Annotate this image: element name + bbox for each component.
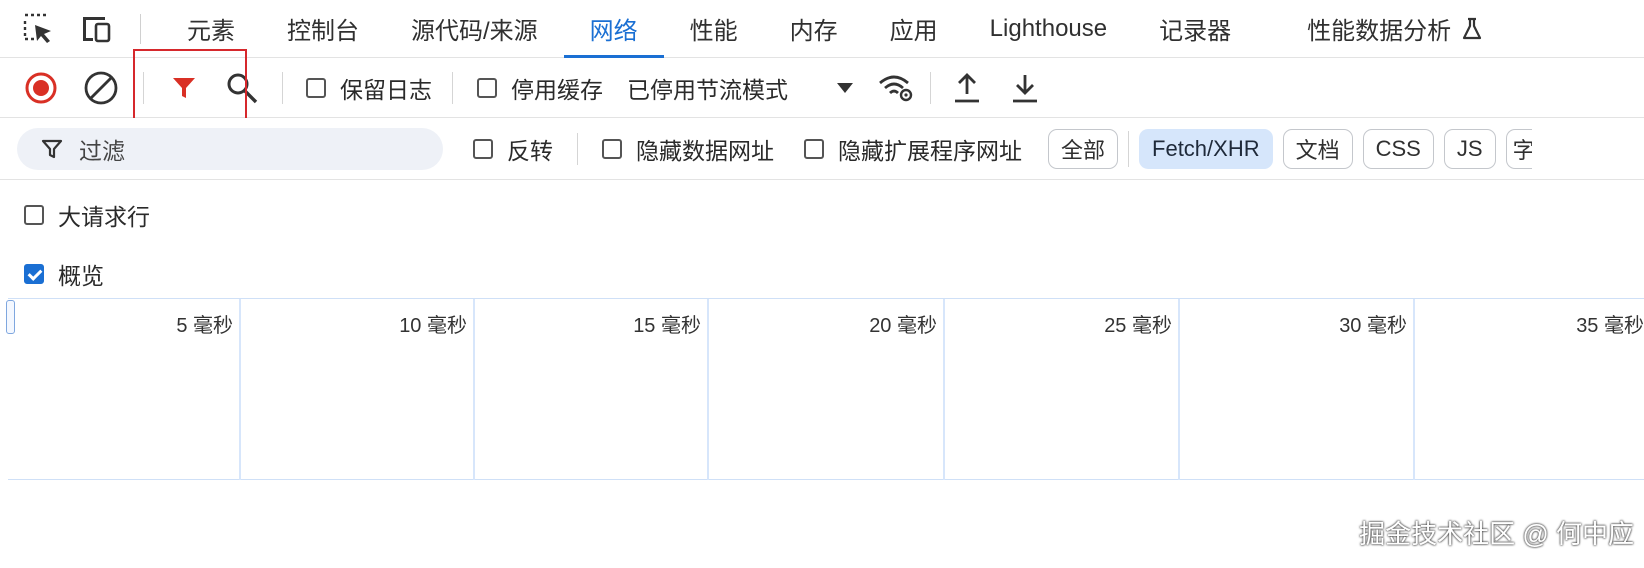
timeline-column: 10 毫秒 [241, 299, 475, 480]
import-har-button[interactable] [947, 68, 987, 108]
tab-label: 元素 [187, 18, 235, 45]
hide-extension-urls-checkbox[interactable] [804, 138, 824, 159]
filter-input[interactable]: 过滤 [17, 127, 443, 170]
type-chip-font[interactable]: 字 [1505, 128, 1532, 169]
chip-label: 文档 [1295, 137, 1340, 163]
invert-label: 反转 [507, 137, 553, 164]
timeline-tick-label: 25 毫秒 [1104, 315, 1172, 337]
device-toolbar-icon[interactable] [76, 8, 118, 50]
clear-icon [84, 71, 118, 104]
timeline-column: 30 毫秒 [1180, 299, 1415, 480]
timeline-tick-label: 10 毫秒 [399, 315, 467, 337]
tab-memory[interactable]: 内存 [764, 0, 864, 58]
annotation-highlight-box [133, 49, 247, 126]
timeline-column: 25 毫秒 [945, 299, 1180, 480]
tab-console[interactable]: 控制台 [261, 0, 385, 58]
watermark: 掘金技术社区 @ 何中应 [1359, 519, 1634, 549]
timeline-tick-label: 30 毫秒 [1339, 315, 1407, 337]
throttling-value: 已停用节流模式 [627, 76, 788, 103]
timeline-tick-label: 5 毫秒 [176, 315, 233, 337]
preserve-log-checkbox[interactable] [306, 77, 326, 98]
hide-data-urls-checkbox[interactable] [602, 138, 622, 159]
overview-checkbox[interactable] [24, 264, 44, 284]
toolbar-divider [282, 71, 283, 104]
type-chip-fetch-xhr[interactable]: Fetch/XHR [1139, 128, 1273, 169]
hide-data-urls-label: 隐藏数据网址 [636, 137, 774, 164]
tab-sources[interactable]: 源代码/来源 [385, 0, 564, 58]
type-chip-js[interactable]: JS [1443, 128, 1496, 169]
big-request-rows-option[interactable]: 大请求行 [24, 198, 150, 232]
timeline-column: 20 毫秒 [709, 299, 945, 480]
chevron-down-icon [837, 82, 853, 93]
overview-label: 概览 [58, 263, 104, 289]
preserve-log-label: 保留日志 [340, 76, 432, 103]
record-button[interactable] [21, 68, 61, 108]
chip-label: CSS [1375, 135, 1421, 161]
tabbar-divider [140, 13, 141, 44]
clear-button[interactable] [81, 68, 121, 108]
chip-label: 全部 [1061, 137, 1106, 163]
tab-performance[interactable]: 性能 [664, 0, 764, 58]
tab-label: Lighthouse [989, 14, 1108, 42]
timeline-left-drag-handle[interactable] [6, 300, 15, 334]
filter-bar: 过滤 反转 隐藏数据网址 隐藏扩展程序网址 全部 Fetch/XHR 文档 CS… [0, 118, 1644, 180]
tab-label: 记录器 [1159, 18, 1232, 45]
chip-label: 字 [1513, 133, 1532, 165]
timeline-column: 35 毫秒 [1415, 299, 1644, 480]
filter-icon [41, 139, 63, 158]
record-icon [25, 72, 57, 103]
tab-label: 应用 [889, 18, 938, 45]
disable-cache-checkbox[interactable] [477, 77, 497, 98]
inspect-element-icon[interactable] [18, 8, 60, 50]
tab-label: 网络 [589, 18, 638, 45]
tab-lighthouse[interactable]: Lighthouse [964, 0, 1133, 58]
flask-icon [1461, 17, 1483, 41]
tab-network[interactable]: 网络 [563, 0, 664, 58]
tab-label: 性能数据分析 [1307, 18, 1452, 45]
type-chip-all[interactable]: 全部 [1048, 128, 1119, 169]
network-overview-timeline[interactable]: 5 毫秒 10 毫秒 15 毫秒 20 毫秒 25 毫秒 30 毫秒 35 毫秒 [8, 298, 1644, 480]
network-conditions-button[interactable] [876, 68, 916, 108]
wifi-settings-icon [879, 75, 913, 101]
toolbar-divider [452, 71, 453, 104]
filterbar-divider [577, 132, 578, 165]
toolbar-divider [930, 71, 931, 104]
tab-label: 源代码/来源 [411, 18, 538, 45]
download-icon [1013, 74, 1037, 102]
hide-extension-urls-label: 隐藏扩展程序网址 [838, 137, 1022, 164]
throttling-select[interactable]: 已停用节流模式 [627, 71, 854, 105]
type-chip-css[interactable]: CSS [1362, 128, 1434, 169]
upload-icon [955, 72, 979, 102]
chip-label: JS [1456, 135, 1483, 161]
timeline-tick-label: 15 毫秒 [633, 315, 701, 337]
timeline-column: 15 毫秒 [475, 299, 709, 480]
tab-label: 控制台 [287, 18, 359, 45]
tab-application[interactable]: 应用 [864, 0, 964, 58]
tab-performance-insights[interactable]: 性能数据分析 [1257, 0, 1509, 58]
tab-label: 性能 [689, 18, 738, 45]
filter-placeholder: 过滤 [79, 137, 125, 164]
chip-label: Fetch/XHR [1152, 135, 1260, 161]
tab-label: 内存 [789, 18, 838, 45]
timeline-tick-label: 20 毫秒 [869, 315, 937, 337]
timeline-column: 5 毫秒 [8, 299, 241, 480]
overview-option[interactable]: 概览 [24, 257, 104, 291]
export-har-button[interactable] [1005, 68, 1045, 108]
timeline-tick-label: 35 毫秒 [1576, 315, 1644, 337]
disable-cache-label: 停用缓存 [511, 76, 603, 103]
big-request-rows-label: 大请求行 [58, 204, 150, 230]
tab-recorder[interactable]: 记录器 [1133, 0, 1257, 58]
type-chip-document[interactable]: 文档 [1282, 128, 1353, 169]
invert-checkbox[interactable] [473, 138, 493, 159]
big-request-rows-checkbox[interactable] [24, 205, 44, 225]
filterbar-divider [1128, 130, 1130, 167]
